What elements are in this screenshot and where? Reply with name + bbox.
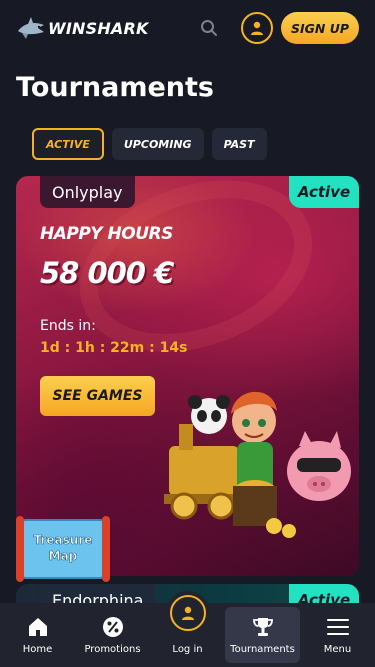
home-icon bbox=[28, 618, 47, 636]
nav-tournaments[interactable]: Tournaments bbox=[225, 607, 300, 663]
search-button[interactable] bbox=[199, 18, 219, 38]
treasure-map-widget[interactable]: Treasure Map bbox=[14, 508, 112, 590]
nav-label: Log in bbox=[172, 644, 203, 655]
game-characters-art bbox=[164, 391, 351, 538]
nav-home[interactable]: Home bbox=[0, 603, 75, 667]
provider-label: Onlyplay bbox=[40, 176, 135, 208]
account-button[interactable] bbox=[241, 12, 273, 44]
nav-label: Tournaments bbox=[230, 644, 295, 655]
ends-in-label: Ends in: bbox=[40, 318, 96, 334]
nav-login[interactable]: Log in bbox=[150, 591, 225, 667]
tab-active[interactable]: ACTIVE bbox=[32, 128, 104, 160]
nav-promotions[interactable]: Promotions bbox=[75, 603, 150, 667]
page-title: Tournaments bbox=[16, 72, 215, 103]
nav-label: Promotions bbox=[84, 644, 141, 655]
app-header: WINSHARK SIGN UP bbox=[0, 0, 375, 56]
tournament-tabs: ACTIVE UPCOMING PAST bbox=[32, 128, 267, 160]
login-circle bbox=[165, 591, 210, 635]
status-badge: Active bbox=[289, 176, 359, 208]
menu-icon bbox=[326, 619, 349, 635]
logo[interactable]: WINSHARK bbox=[16, 13, 149, 43]
nav-label: Home bbox=[22, 644, 53, 655]
nav-label: Menu bbox=[323, 644, 352, 655]
bottom-nav: Home Promotions Log in Tournaments Menu bbox=[0, 591, 375, 667]
see-games-button[interactable]: SEE GAMES bbox=[40, 376, 155, 416]
tab-upcoming[interactable]: UPCOMING bbox=[111, 128, 204, 160]
user-icon bbox=[181, 606, 194, 620]
trophy-icon bbox=[252, 618, 273, 636]
shark-logo-icon bbox=[18, 17, 44, 39]
percent-icon bbox=[102, 617, 123, 637]
logo-text: WINSHARK bbox=[48, 18, 149, 38]
nav-menu[interactable]: Menu bbox=[300, 603, 375, 667]
user-icon bbox=[251, 21, 263, 35]
tab-past[interactable]: PAST bbox=[211, 128, 267, 160]
search-icon bbox=[201, 20, 217, 36]
treasure-map-label-2: Map bbox=[49, 549, 78, 563]
prize-pool: 58 000 € bbox=[40, 256, 174, 290]
treasure-map-label-1: Treasure bbox=[34, 533, 93, 547]
tournament-name: HAPPY HOURS bbox=[40, 224, 173, 244]
countdown-timer: 1d : 1h : 22m : 14s bbox=[40, 340, 188, 356]
signup-button[interactable]: SIGN UP bbox=[281, 12, 359, 44]
